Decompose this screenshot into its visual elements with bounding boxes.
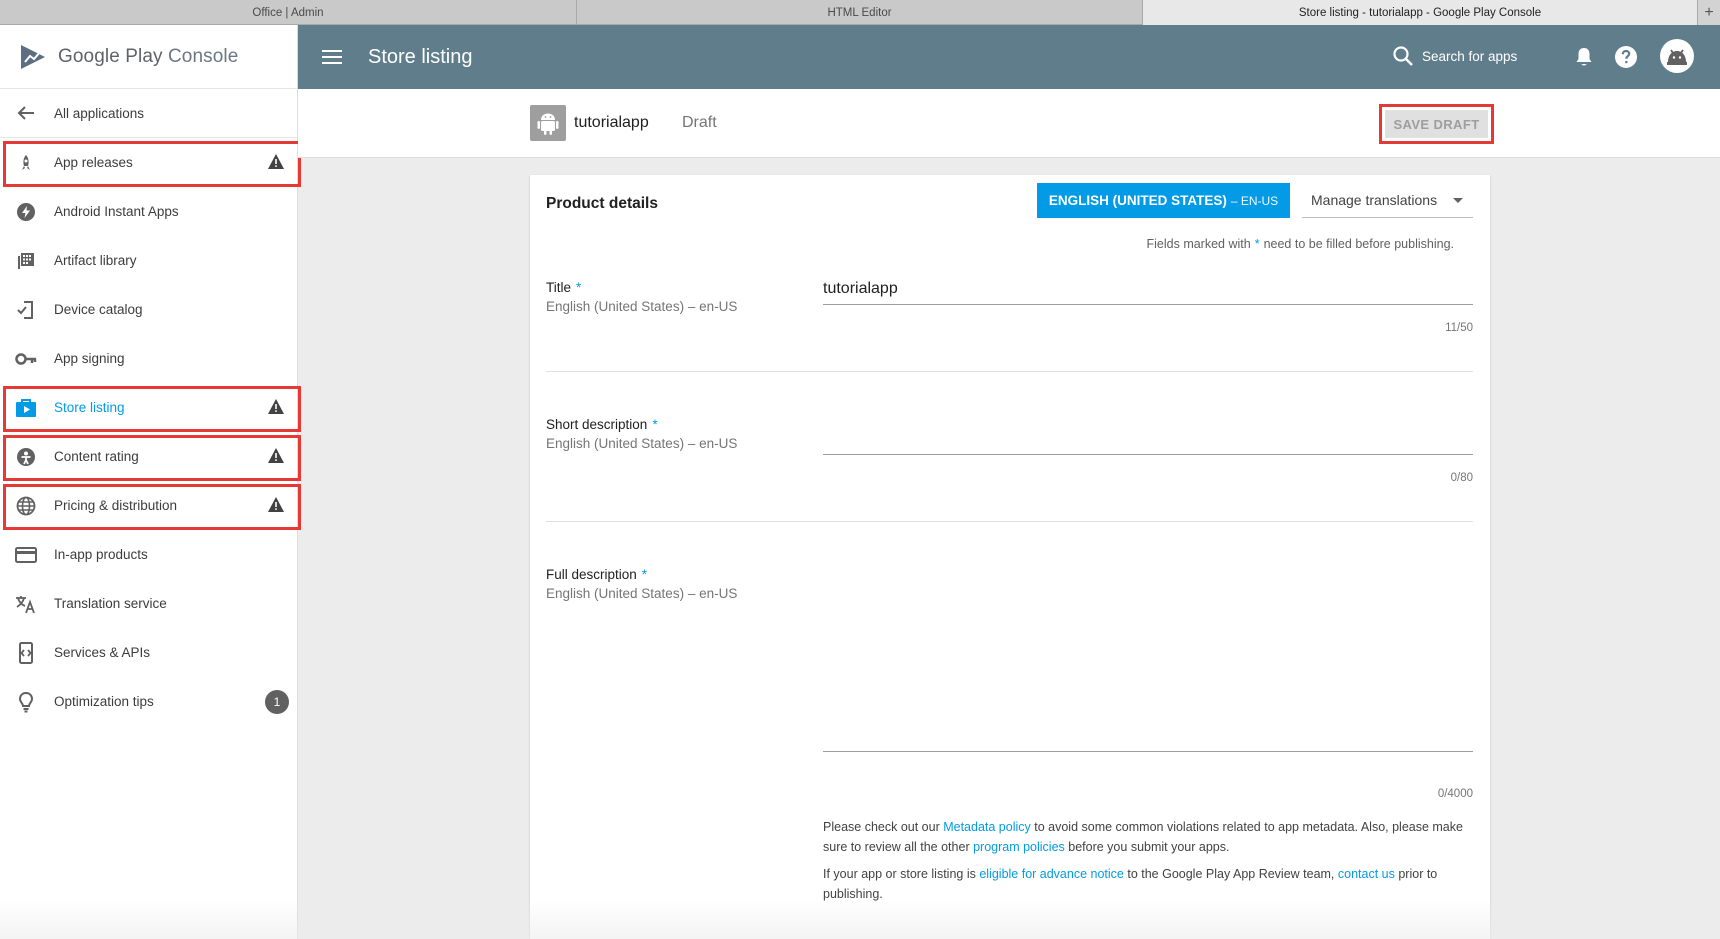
hamburger-menu-icon[interactable] [320,45,344,69]
sidebar-item-label: App releases [54,155,133,170]
sidebar-item-label: In-app products [54,547,148,562]
sidebar-item-app-signing[interactable]: App signing [0,334,297,383]
sidebar-item-artifact-library[interactable]: Artifact library [0,236,297,285]
app-header: tutorialapp Draft SAVE DRAFT [298,89,1720,158]
sidebar: Google Play Console All applications App… [0,25,301,939]
divider [546,521,1473,522]
sidebar-nav: App releases Android Instant Apps Artifa… [0,138,301,726]
full-description-label: Full description * [546,567,648,582]
bolt-icon [14,200,38,224]
sidebar-item-services-apis[interactable]: Services & APIs [0,628,297,677]
full-description-char-counter: 0/4000 [1437,788,1473,800]
rating-icon [14,445,38,469]
notification-count-badge: 1 [265,690,289,714]
title-field-label: Title * [546,280,582,295]
sidebar-item-label: Store listing [54,400,125,415]
android-icon [537,113,559,135]
title-field-language: English (United States) – en-US [546,299,738,314]
brand-name: Google Play Console [58,45,239,67]
program-policies-link[interactable]: program policies [973,840,1065,854]
sidebar-item-store-listing[interactable]: Store listing [0,383,301,432]
search-icon [1393,46,1413,66]
save-draft-button[interactable]: SAVE DRAFT [1385,110,1488,138]
top-app-bar: Store listing Search for apps [298,25,1720,89]
manage-translations-dropdown[interactable]: Manage translations [1302,183,1473,218]
page-title: Store listing [368,45,473,68]
metadata-policy-link[interactable]: Metadata policy [943,820,1031,834]
app-status: Draft [682,114,717,131]
language-button[interactable]: ENGLISH (UNITED STATES) – EN-US [1037,183,1290,218]
language-code: – EN-US [1230,193,1279,208]
browser-tab-strip: Office | Admin HTML Editor Store listing… [0,0,1720,25]
contact-us-link[interactable]: contact us [1338,867,1395,881]
full-description-language: English (United States) – en-US [546,586,738,601]
short-description-input[interactable] [823,423,1473,455]
warning-icon [268,399,284,414]
translate-icon [14,592,38,616]
rocket-icon [14,151,38,175]
sidebar-item-label: Pricing & distribution [54,498,178,513]
card-icon [14,543,38,567]
device-check-icon [14,298,38,322]
new-tab-button[interactable]: + [1698,0,1720,25]
brand-logo[interactable]: Google Play Console [0,25,297,89]
sidebar-item-device-catalog[interactable]: Device catalog [0,285,297,334]
all-applications-link[interactable]: All applications [0,89,297,138]
sidebar-item-optimization-tips[interactable]: Optimization tips 1 [0,677,297,726]
sidebar-item-label: Artifact library [54,253,137,268]
search-apps-label: Search for apps [1422,48,1518,64]
sidebar-item-label: Device catalog [54,302,143,317]
title-input[interactable] [823,273,1473,305]
sidebar-item-label: Android Instant Apps [54,204,179,219]
sidebar-item-content-rating[interactable]: Content rating [0,432,301,481]
save-draft-highlight: SAVE DRAFT [1379,104,1494,144]
api-icon [14,641,38,665]
app-name: tutorialapp [574,114,649,131]
sidebar-item-label: Content rating [54,449,139,464]
full-description-textarea[interactable] [823,567,1473,752]
short-description-label: Short description * [546,417,658,432]
sidebar-item-app-releases[interactable]: App releases [0,138,301,187]
browser-tab-html-editor[interactable]: HTML Editor [577,0,1143,25]
language-label: ENGLISH (UNITED STATES) [1048,193,1227,208]
required-fields-note: Fields marked with * need to be filled bef… [1146,237,1455,251]
title-char-counter: 11/50 [1445,322,1473,334]
library-icon [14,249,38,273]
account-avatar-icon[interactable] [1660,39,1694,73]
globe-icon [14,494,38,518]
google-play-console-logo-icon [21,44,45,69]
divider [546,371,1473,372]
sidebar-item-label: Translation service [54,596,167,611]
warning-icon [268,154,284,169]
all-applications-label: All applications [54,105,145,121]
sidebar-item-label: Optimization tips [54,694,154,709]
browser-tab-store-listing[interactable]: Store listing - tutorialapp - Google Pla… [1143,0,1698,25]
advance-notice-text: If your app or store listing is eligible… [823,867,1438,901]
card-title: Product details [546,195,658,212]
browser-tab-office-admin[interactable]: Office | Admin [0,0,577,25]
short-description-char-counter: 0/80 [1450,472,1473,484]
sidebar-item-label: App signing [54,351,125,366]
arrow-back-icon [14,101,38,125]
sidebar-item-label: Services & APIs [54,645,151,660]
key-icon [14,347,38,371]
advance-notice-link[interactable]: eligible for advance notice [979,867,1124,881]
chevron-down-icon [1453,198,1463,203]
app-icon [530,105,566,141]
manage-translations-label: Manage translations [1311,192,1438,208]
help-icon[interactable] [1612,43,1640,71]
store-icon [14,396,38,420]
short-description-language: English (United States) – en-US [546,436,738,451]
sidebar-item-pricing-distribution[interactable]: Pricing & distribution [0,481,301,530]
sidebar-item-in-app-products[interactable]: In-app products [0,530,297,579]
notifications-bell-icon[interactable] [1570,43,1598,71]
metadata-policy-notice: Please check out our Metadata policy to … [823,820,1463,854]
sidebar-item-translation-service[interactable]: Translation service [0,579,297,628]
sidebar-item-android-instant-apps[interactable]: Android Instant Apps [0,187,297,236]
product-details-card: Product details ENGLISH (UNITED STATES) … [530,175,1490,939]
search-apps-button[interactable]: Search for apps [1392,45,1517,67]
warning-icon [268,497,284,512]
lightbulb-icon [14,690,38,714]
warning-icon [268,448,284,463]
